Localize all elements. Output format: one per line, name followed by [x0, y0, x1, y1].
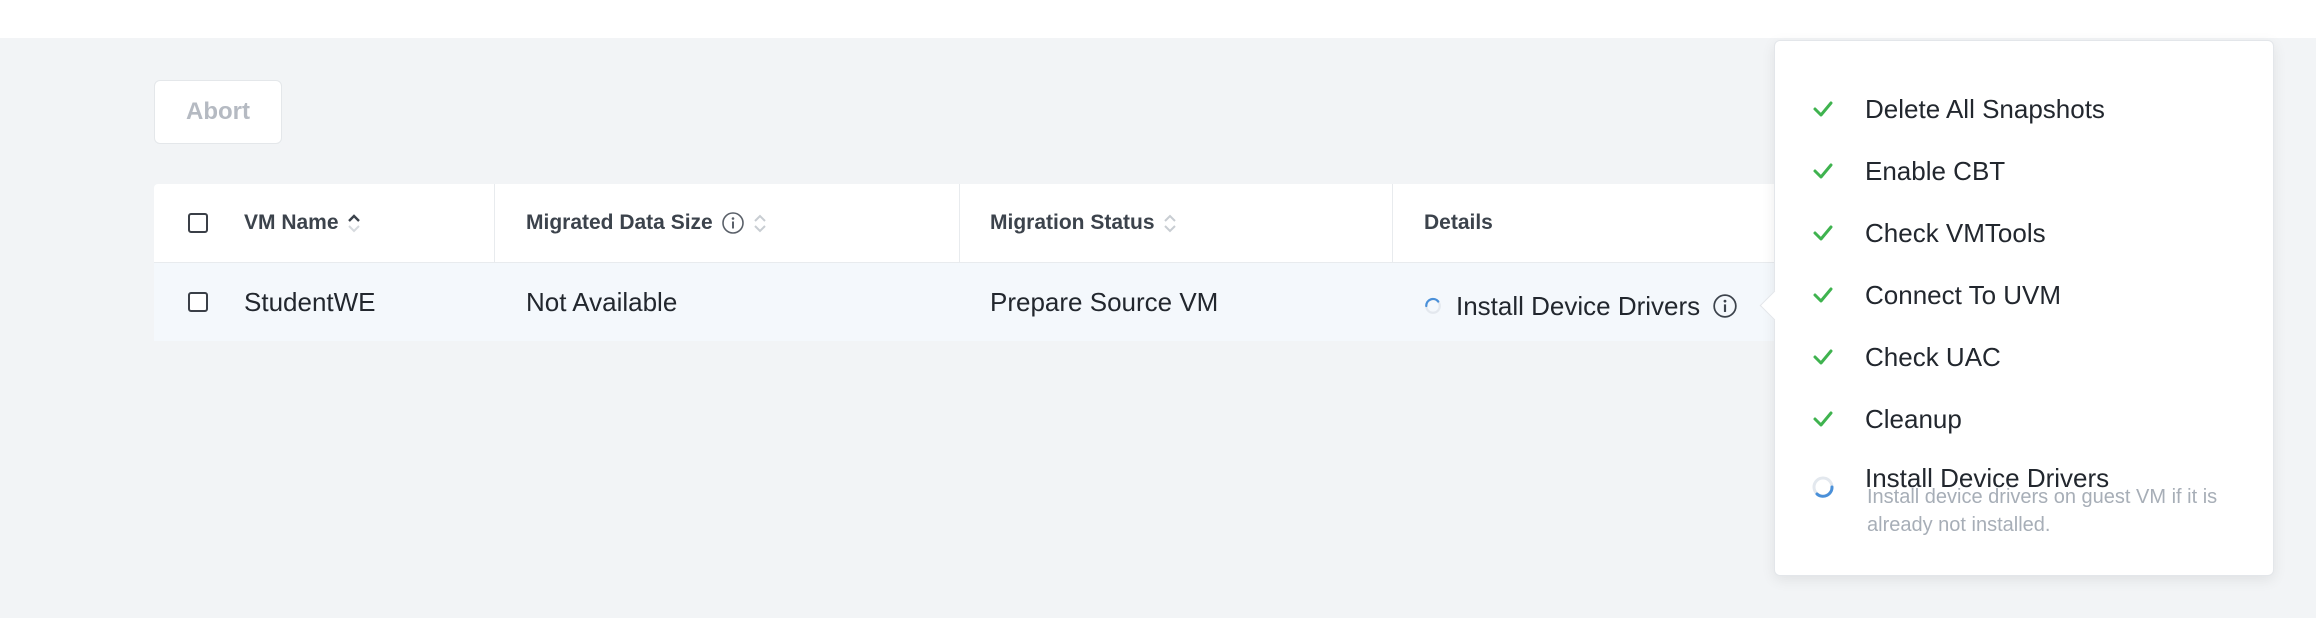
- migrated-data-size-cell: Not Available: [526, 286, 678, 317]
- vm-migration-table: VM Name Migrated Data Size Migration Sta…: [154, 184, 1804, 341]
- info-icon[interactable]: [721, 211, 745, 235]
- column-header-vm-name-label: VM Name: [244, 211, 339, 234]
- check-icon: [1813, 101, 1833, 117]
- check-icon: [1813, 287, 1833, 303]
- sort-icon[interactable]: [753, 212, 767, 234]
- table-header: VM Name Migrated Data Size Migration Sta…: [154, 184, 1804, 263]
- sort-ascending-icon[interactable]: [347, 212, 361, 234]
- step-item: Connect To UVM: [1775, 275, 2275, 315]
- column-header-migrated-data-size[interactable]: Migrated Data Size: [526, 184, 767, 262]
- check-icon: [1813, 225, 1833, 241]
- step-item: Cleanup: [1775, 399, 2275, 439]
- table-row[interactable]: StudentWE Not Available Prepare Source V…: [154, 263, 1804, 341]
- column-header-migration-status[interactable]: Migration Status: [990, 184, 1177, 262]
- column-divider: [959, 184, 960, 262]
- vm-name-cell[interactable]: StudentWE: [244, 263, 376, 341]
- step-label: Check UAC: [1865, 341, 2001, 372]
- loading-spinner-icon: [1425, 297, 1441, 314]
- step-item: Check VMTools: [1775, 213, 2275, 253]
- column-header-details-label: Details: [1424, 211, 1493, 234]
- migration-status-cell: Prepare Source VM: [990, 286, 1219, 317]
- column-header-details: Details: [1424, 184, 1493, 262]
- check-icon: [1813, 163, 1833, 179]
- details-cell: Install Device Drivers: [1424, 267, 1738, 345]
- abort-button[interactable]: Abort: [154, 80, 282, 144]
- step-label: Delete All Snapshots: [1865, 93, 2105, 124]
- step-description: Install device drivers on guest VM if it…: [1867, 486, 2218, 536]
- top-bar: [0, 0, 2316, 38]
- step-item: Delete All Snapshots: [1775, 89, 2275, 129]
- step-label: Enable CBT: [1865, 155, 2006, 186]
- migration-steps-popover: Delete All Snapshots Enable CBT Check VM…: [1759, 40, 2275, 576]
- column-divider: [494, 184, 495, 262]
- column-header-migration-status-label: Migration Status: [990, 211, 1155, 234]
- check-icon: [1813, 411, 1833, 427]
- column-header-vm-name[interactable]: VM Name: [244, 184, 361, 262]
- details-text: Install Device Drivers: [1456, 290, 1701, 321]
- row-select-checkbox[interactable]: [188, 292, 208, 312]
- step-label: Check VMTools: [1865, 217, 2046, 248]
- column-header-migrated-data-size-label: Migrated Data Size: [526, 211, 713, 234]
- details-info-icon[interactable]: [1712, 293, 1738, 319]
- step-label: Connect To UVM: [1865, 279, 2062, 310]
- check-icon: [1813, 349, 1833, 365]
- step-label: Cleanup: [1865, 403, 1962, 434]
- column-divider: [1392, 184, 1393, 262]
- sort-icon[interactable]: [1163, 212, 1177, 234]
- step-item: Enable CBT: [1775, 151, 2275, 191]
- select-all-checkbox[interactable]: [188, 213, 208, 233]
- loading-spinner-icon: [1812, 476, 1834, 498]
- step-item: Check UAC: [1775, 337, 2275, 377]
